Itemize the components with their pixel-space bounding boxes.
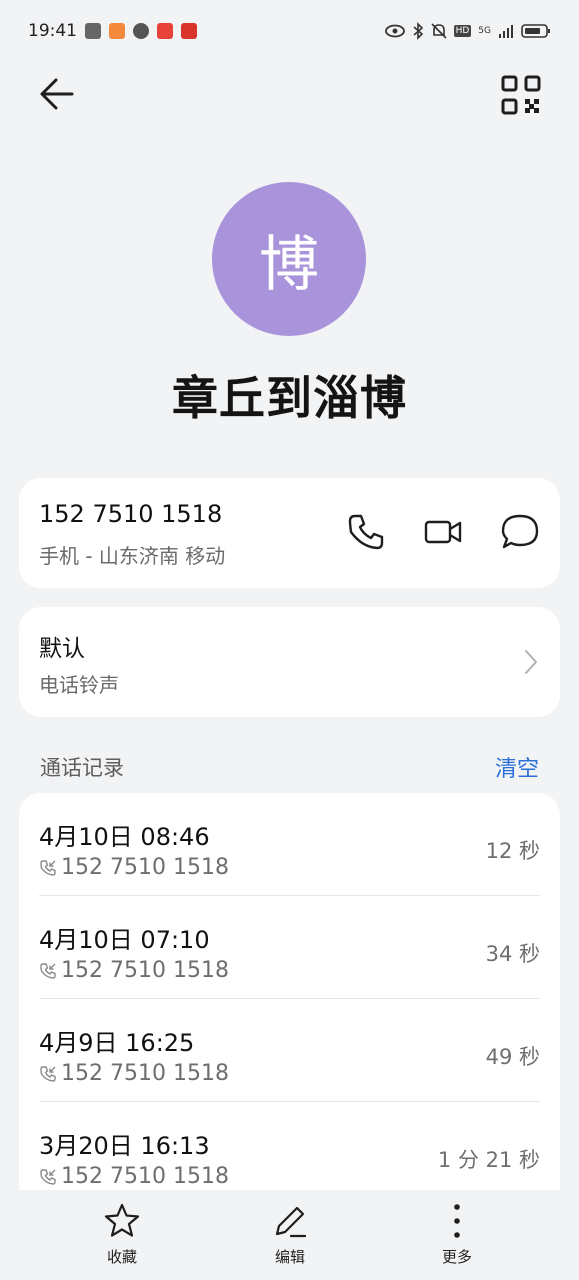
- call-button[interactable]: [346, 512, 386, 552]
- call-duration: 49 秒: [485, 1045, 540, 1069]
- bottom-action-bar: 收藏 编辑 更多: [0, 1190, 579, 1280]
- call-number-wrap: 152 7510 1518: [39, 855, 229, 880]
- pencil-icon: [275, 1206, 307, 1238]
- phone-number-card[interactable]: 152 7510 1518 手机 - 山东济南 移动: [19, 478, 560, 588]
- favorite-label: 收藏: [106, 1248, 137, 1266]
- phone-number: 152 7510 1518: [39, 500, 223, 528]
- call-number: 152 7510 1518: [61, 958, 229, 983]
- app-notification-icon: [85, 23, 101, 39]
- shopping-app-icon: [109, 23, 125, 39]
- top-bar: [0, 62, 579, 126]
- signal-icon: [499, 25, 513, 38]
- video-camera-icon: [424, 520, 462, 544]
- edit-button[interactable]: 编辑: [240, 1202, 340, 1272]
- call-number-wrap: 152 7510 1518: [39, 958, 229, 983]
- call-log-row[interactable]: 4月10日 07:10 152 7510 1518 34 秒: [19, 896, 560, 999]
- call-time: 4月10日 08:46: [39, 823, 210, 851]
- call-number: 152 7510 1518: [61, 1164, 229, 1189]
- chevron-right-icon: [525, 650, 537, 674]
- more-button[interactable]: 更多: [407, 1202, 507, 1272]
- signal-label: 5G: [478, 26, 491, 36]
- call-time: 4月10日 07:10: [39, 926, 210, 954]
- call-number-wrap: 152 7510 1518: [39, 1061, 229, 1086]
- phone-description: 手机 - 山东济南 移动: [39, 544, 226, 568]
- incoming-call-icon: [40, 1168, 56, 1185]
- hd-badge: HD: [453, 25, 472, 37]
- call-duration: 1 分 21 秒: [437, 1148, 540, 1172]
- call-log-heading: 通话记录: [40, 756, 124, 780]
- favorite-button[interactable]: 收藏: [72, 1202, 172, 1272]
- eye-icon: [384, 24, 405, 38]
- qr-code-button[interactable]: [500, 74, 542, 116]
- more-vertical-icon: [454, 1204, 460, 1238]
- call-number: 152 7510 1518: [61, 1061, 229, 1086]
- message-bubble-icon: [501, 514, 539, 549]
- clear-call-log-button[interactable]: 清空: [495, 751, 539, 783]
- avatar-initial: 博: [259, 229, 319, 300]
- battery-icon: [521, 24, 550, 38]
- call-number: 152 7510 1518: [61, 855, 229, 880]
- call-duration: 12 秒: [485, 839, 540, 863]
- call-log-row[interactable]: 3月20日 16:13 152 7510 1518 1 分 21 秒: [19, 1102, 560, 1190]
- qr-code-icon: [501, 75, 541, 115]
- heart-app-icon: [133, 23, 149, 39]
- book-app-icon: [157, 23, 173, 39]
- incoming-call-icon: [40, 962, 56, 979]
- video-call-button[interactable]: [423, 512, 463, 552]
- ringtone-card[interactable]: 默认 电话铃声: [19, 607, 560, 717]
- call-time: 3月20日 16:13: [39, 1132, 210, 1160]
- news-app-icon: [181, 23, 197, 39]
- call-log-list: 4月10日 08:46 152 7510 1518 12 秒 4月10日 07:…: [19, 793, 560, 1190]
- contact-avatar[interactable]: 博: [212, 182, 366, 336]
- call-time: 4月9日 16:25: [39, 1029, 195, 1057]
- call-log-row[interactable]: 4月10日 08:46 152 7510 1518 12 秒: [19, 793, 560, 896]
- mute-bell-icon: [431, 23, 447, 39]
- more-label: 更多: [441, 1248, 472, 1266]
- status-right: HD 5G: [384, 22, 551, 40]
- incoming-call-icon: [40, 1065, 56, 1082]
- message-button[interactable]: [500, 512, 540, 552]
- star-icon: [104, 1203, 140, 1237]
- ringtone-title: 默认: [39, 636, 85, 662]
- edit-label: 编辑: [274, 1248, 305, 1266]
- contact-name: 章丘到淄博: [172, 371, 407, 425]
- ringtone-subtitle: 电话铃声: [39, 673, 119, 697]
- back-arrow-icon: [40, 78, 74, 110]
- status-left: 19:41: [28, 21, 197, 41]
- bluetooth-icon: [413, 22, 423, 40]
- call-log-row[interactable]: 4月9日 16:25 152 7510 1518 49 秒: [19, 999, 560, 1102]
- phone-icon: [348, 514, 384, 550]
- back-button[interactable]: [32, 74, 76, 114]
- incoming-call-icon: [40, 859, 56, 876]
- call-duration: 34 秒: [485, 942, 540, 966]
- status-time: 19:41: [28, 21, 77, 41]
- call-number-wrap: 152 7510 1518: [39, 1164, 229, 1189]
- status-bar: 19:41 HD 5G: [0, 0, 579, 62]
